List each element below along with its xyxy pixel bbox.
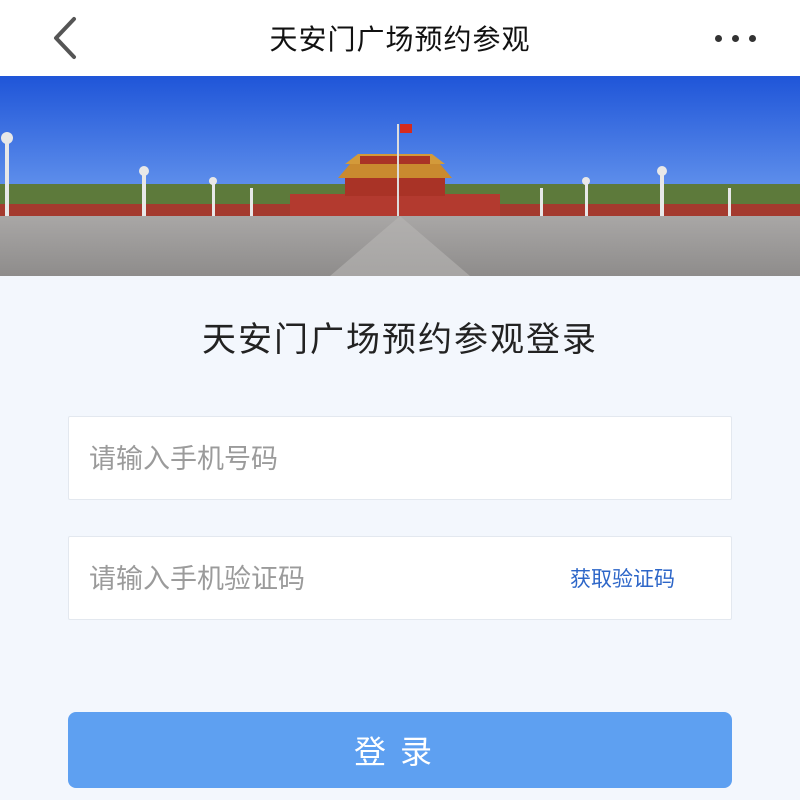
top-nav-bar: 天安门广场预约参观 (0, 0, 800, 76)
more-dot-icon (714, 34, 722, 42)
phone-input[interactable] (87, 417, 531, 501)
more-options-button[interactable] (700, 18, 770, 58)
more-dot-icon (731, 34, 739, 42)
verification-code-input[interactable] (87, 537, 531, 621)
login-title: 天安门广场预约参观登录 (202, 320, 598, 360)
banner-illustration (0, 76, 800, 276)
more-dot-icon (748, 34, 756, 42)
verification-code-field: 获取验证码 (68, 536, 732, 621)
tiananmen-banner-image (0, 76, 800, 276)
page-title: 天安门广场预约参观 (269, 23, 531, 56)
login-button[interactable]: 登录 (68, 712, 732, 788)
phone-field (68, 416, 732, 501)
get-code-button[interactable]: 获取验证码 (570, 537, 675, 619)
